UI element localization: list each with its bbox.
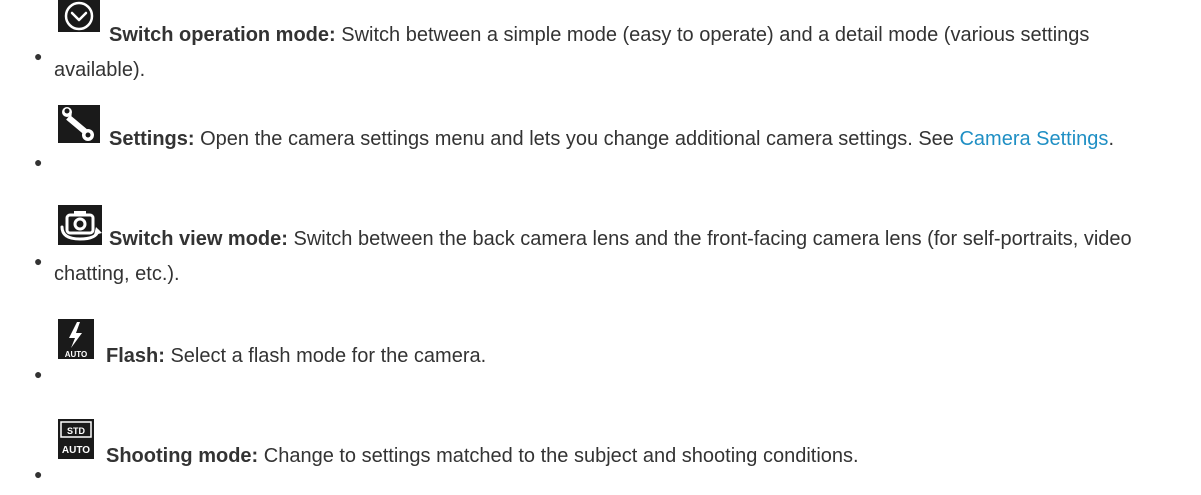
item-content: Flash: Select a flash mode for the camer… xyxy=(54,339,1184,374)
bullet: ● xyxy=(34,154,43,170)
item-text: Settings: Open the camera settings menu … xyxy=(54,122,1184,157)
item-description: Open the camera settings menu and lets y… xyxy=(194,128,960,150)
item-text: Shooting mode: Change to settings matche… xyxy=(54,439,1184,474)
bullet: ● xyxy=(34,366,43,382)
camera-settings-link[interactable]: Camera Settings xyxy=(959,128,1108,150)
item-label: Switch view mode: xyxy=(109,228,288,250)
item-description: Change to settings matched to the subjec… xyxy=(258,445,859,467)
item-content: Switch operation mode: Switch between a … xyxy=(54,18,1184,88)
list-item-shooting-mode: ● STD AUTO Shooting mode: Change to sett… xyxy=(34,419,1184,489)
item-description: Select a flash mode for the camera. xyxy=(164,345,487,367)
item-label: Switch operation mode: xyxy=(109,24,336,46)
item-content: Switch view mode: Switch between the bac… xyxy=(54,222,1184,292)
bullet: ● xyxy=(34,253,43,269)
list-item-switch-operation-mode: ● Switch operation mode: Switch between … xyxy=(34,0,1184,110)
item-text: Switch operation mode: Switch between a … xyxy=(54,18,1184,88)
item-content: Settings: Open the camera settings menu … xyxy=(54,122,1184,157)
item-label: Flash: xyxy=(106,345,165,367)
item-text: Switch view mode: Switch between the bac… xyxy=(54,222,1184,292)
svg-text:STD: STD xyxy=(67,426,86,436)
item-content: Shooting mode: Change to settings matche… xyxy=(54,439,1184,474)
item-text: Flash: Select a flash mode for the camer… xyxy=(54,339,1184,374)
list-item-switch-view-mode: ● Switch view mode: Switch between the b… xyxy=(34,205,1184,315)
bullet: ● xyxy=(34,48,43,64)
list-item-settings: ● Settings: Open the camera settings men… xyxy=(34,105,1184,215)
bullet: ● xyxy=(34,466,43,482)
list-item-flash: ● AUTO Flash: Select a flash mode for th… xyxy=(34,319,1184,389)
item-description-end: . xyxy=(1108,128,1114,150)
item-label: Settings: xyxy=(109,128,195,150)
item-label: Shooting mode: xyxy=(106,445,259,467)
